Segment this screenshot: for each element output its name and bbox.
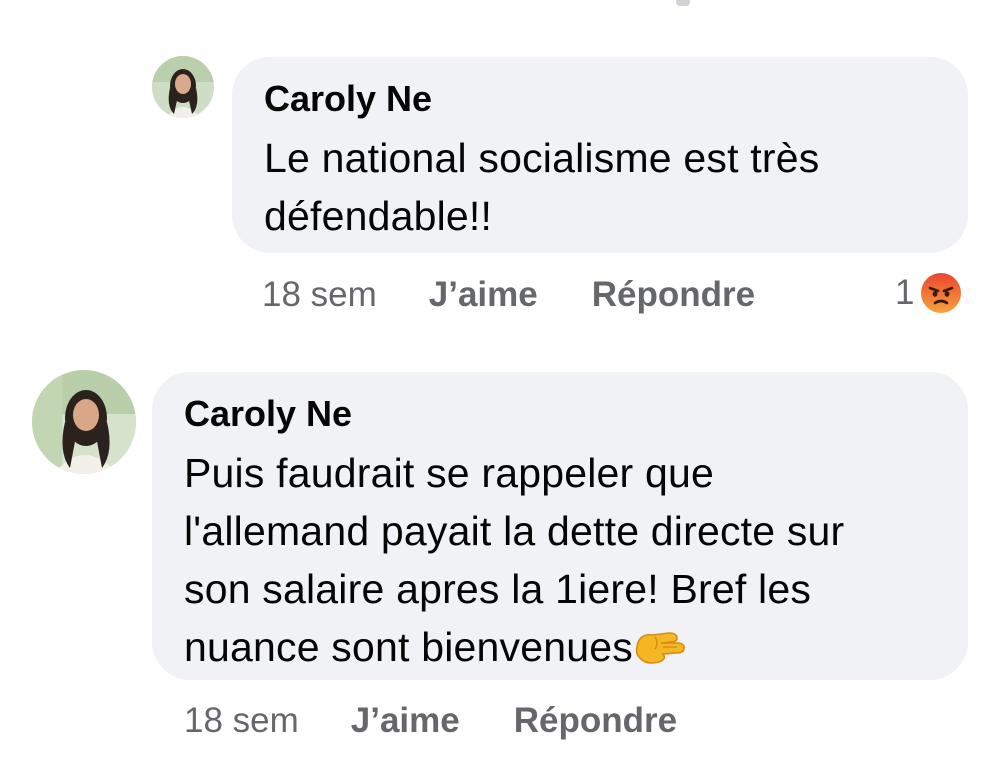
comment-text-fragment: nuance sont bienvenues: [184, 624, 633, 670]
angry-reaction-icon: [920, 272, 962, 314]
avatar[interactable]: [32, 370, 136, 474]
comment-actions: 18 sem J’aime Répondre: [184, 698, 677, 744]
comment-text-line: son salaire apres la 1iere! Bref les: [184, 566, 812, 612]
reply-button[interactable]: Répondre: [514, 701, 677, 741]
avatar[interactable]: [152, 56, 214, 118]
pinching-hand-icon: [633, 622, 687, 664]
comment-bubble: Caroly Ne Le national socialisme est trè…: [232, 57, 968, 253]
reply-button[interactable]: Répondre: [592, 275, 755, 315]
comment-text-line: l'allemand payait la dette directe sur: [184, 508, 845, 554]
comment-text-line: Puis faudrait se rappeler que: [184, 450, 715, 496]
comment-bubble: Caroly Ne Puis faudrait se rappeler que …: [152, 372, 968, 680]
reaction-count: 1: [895, 273, 915, 312]
comment-actions: 18 sem J’aime Répondre: [262, 272, 755, 318]
like-button[interactable]: J’aime: [429, 275, 538, 315]
comment-text-line: défendable!!: [264, 193, 493, 239]
comment-text-line: Le national socialisme est très: [264, 135, 820, 181]
avatar-photo-icon: [32, 370, 136, 474]
comment-timestamp[interactable]: 18 sem: [184, 701, 299, 741]
comment-author[interactable]: Caroly Ne: [184, 392, 968, 436]
reaction-summary[interactable]: 1: [895, 270, 962, 316]
comment-text-line-last: nuance sont bienvenues: [184, 618, 968, 676]
comment-author[interactable]: Caroly Ne: [264, 77, 968, 121]
like-button[interactable]: J’aime: [351, 701, 460, 741]
previous-comment-edge: [676, 0, 690, 6]
comment-timestamp[interactable]: 18 sem: [262, 275, 377, 315]
avatar-photo-icon: [152, 56, 214, 118]
